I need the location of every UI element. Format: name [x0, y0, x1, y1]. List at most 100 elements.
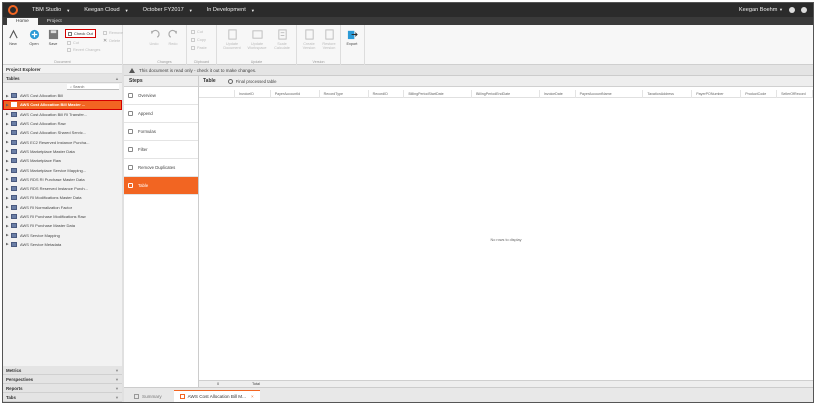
section-header-perspectives[interactable]: Perspectives ▼ [3, 375, 122, 384]
tab-aws-cost-allocation[interactable]: AWS Cost Allocation Bill M... × [173, 390, 260, 402]
expand-arrow-icon[interactable]: ▶ [6, 233, 10, 237]
tree-item[interactable]: ▶ AWS RDS Reserved Instance Purch... [3, 184, 122, 193]
step-icon [128, 165, 133, 170]
steps-panel: Steps Overview Append Formulas Filter Remove… [124, 76, 199, 402]
expand-arrow-icon[interactable]: ▶ [6, 187, 10, 191]
tree-item[interactable]: ▶ AWS Cost Allocation Bill Master ... [3, 100, 122, 110]
model-dropdown[interactable]: Keegan Cloud ▼ [84, 7, 128, 13]
expand-arrow-icon[interactable]: ▶ [6, 122, 10, 126]
undo-button[interactable]: Undo [147, 29, 161, 46]
tree-item[interactable]: ▶ AWS RI Modifications Master Data [3, 193, 122, 202]
revert-changes-button[interactable]: Revert Changes [67, 47, 100, 53]
column-header[interactable]: SellerOfRecord [777, 90, 813, 98]
status-dropdown[interactable]: In Development ▼ [207, 7, 255, 13]
plus-icon [29, 29, 39, 40]
update-workspace-button[interactable]: Update Workspace [246, 29, 268, 50]
document-icon [227, 29, 237, 40]
restore-version-button[interactable]: Restore Version [319, 29, 339, 50]
settings-icon[interactable] [789, 7, 795, 13]
expand-arrow-icon[interactable]: ▶ [6, 242, 10, 246]
scale-calculate-button[interactable]: Scale Calculate [271, 29, 293, 50]
copy-icon [191, 38, 195, 42]
app-menu[interactable]: TBM Studio ▼ [32, 7, 70, 13]
step-overview[interactable]: Overview [124, 87, 198, 105]
clipboard-cut-button[interactable]: Cut [191, 29, 203, 35]
tree-item[interactable]: ▶ AWS EC2 Reserved Instance Purcha... [3, 137, 122, 146]
tree-item[interactable]: ▶ AWS Cost Allocation Bill RI Transfer... [3, 110, 122, 119]
redo-button[interactable]: Redo [166, 29, 180, 46]
step-remove-duplicates[interactable]: Remove Duplicates [124, 159, 198, 177]
update-document-button[interactable]: Update Document [221, 29, 243, 50]
paste-button[interactable]: Paste [191, 45, 207, 51]
save-new-button[interactable]: Open [27, 29, 41, 46]
section-header-tabs[interactable]: Tabs ▼ [3, 393, 122, 402]
cut-button[interactable]: Cut [67, 40, 79, 46]
copy-button[interactable]: Copy [191, 37, 206, 43]
tree-item[interactable]: ▶ AWS RI Purchase Master Data [3, 221, 122, 230]
delete-button[interactable]: ✕ Delete [103, 38, 120, 44]
tree-item[interactable]: ▶ AWS Cost Allocation Shared Servic... [3, 128, 122, 137]
expand-arrow-icon[interactable]: ▶ [6, 168, 10, 172]
footer-count: 0 [216, 382, 220, 386]
expand-arrow-icon[interactable]: ▶ [6, 112, 10, 116]
tree-item[interactable]: ▶ AWS Service Metadata [3, 240, 122, 249]
step-append[interactable]: Append [124, 105, 198, 123]
column-header[interactable]: PayerAccountName [576, 90, 644, 98]
column-header[interactable]: TaxationAddress [643, 90, 693, 98]
tab-home[interactable]: Home [7, 18, 38, 25]
tree-item[interactable]: ▶ AWS Marketplace Raw [3, 156, 122, 165]
close-icon[interactable]: × [251, 394, 254, 399]
help-icon[interactable] [801, 7, 807, 13]
step-table[interactable]: Table [124, 177, 198, 195]
user-menu[interactable]: Keegan Boehm ▼ [739, 7, 783, 13]
tree-item[interactable]: ▶ AWS Service Mapping [3, 230, 122, 239]
search-input[interactable]: ⌕ Search [67, 84, 119, 90]
tree-item[interactable]: ▶ AWS Marketplace Service Mapping... [3, 165, 122, 174]
update-group-label: Update [250, 60, 263, 64]
step-formulas[interactable]: Formulas [124, 123, 198, 141]
expand-arrow-icon[interactable]: ▶ [6, 94, 10, 98]
tree-item[interactable]: ▶ AWS Marketplace Master Data [3, 147, 122, 156]
expand-arrow-icon[interactable]: ▶ [6, 103, 10, 107]
expand-arrow-icon[interactable]: ▶ [6, 224, 10, 228]
remove-button[interactable]: Remove [103, 30, 123, 36]
expand-arrow-icon[interactable]: ▶ [6, 131, 10, 135]
new-button[interactable]: New [6, 29, 20, 46]
column-header[interactable]: InvoiceDate [540, 90, 576, 98]
create-version-button[interactable]: Create Version [299, 29, 319, 50]
final-table-label: Final processed table [235, 78, 277, 84]
period-dropdown[interactable]: October FY2017 ▼ [143, 7, 193, 13]
update-workspace-label: Update Workspace [247, 42, 267, 50]
expand-arrow-icon[interactable]: ▶ [6, 205, 10, 209]
column-header[interactable]: InvoiceID [235, 90, 271, 98]
step-filter[interactable]: Filter [124, 141, 198, 159]
expand-arrow-icon[interactable]: ▶ [6, 159, 10, 163]
column-header[interactable]: PayerPONumber [692, 90, 742, 98]
expand-arrow-icon[interactable]: ▶ [6, 196, 10, 200]
chevron-down-icon: ▼ [124, 7, 129, 13]
tree-item[interactable]: ▶ AWS Cost Allocation Raw [3, 119, 122, 128]
column-header[interactable]: BillingPeriodStartDate [404, 90, 473, 98]
tables-section-header[interactable]: Tables ▲ [3, 74, 122, 83]
save-button[interactable]: Save [46, 29, 60, 46]
section-header-reports[interactable]: Reports ▼ [3, 384, 122, 393]
tree-item[interactable]: ▶ AWS RDS RI Purchase Master Data [3, 175, 122, 184]
column-header[interactable]: PayerAccountId [271, 90, 320, 98]
expand-arrow-icon[interactable]: ▶ [6, 149, 10, 153]
expand-arrow-icon[interactable]: ▶ [6, 215, 10, 219]
tree-item[interactable]: ▶ AWS Cost Allocation Bill [3, 91, 122, 100]
expand-arrow-icon[interactable]: ▶ [6, 140, 10, 144]
tree-item[interactable]: ▶ AWS RI Purchase Modifications Raw [3, 212, 122, 221]
export-button[interactable]: Export [345, 29, 359, 46]
tab-project[interactable]: Project [38, 18, 71, 25]
tab-summary[interactable]: Summary [128, 390, 168, 402]
check-out-button[interactable]: Check Out [65, 29, 96, 38]
column-header[interactable]: RecordID [369, 90, 405, 98]
column-header[interactable]: RecordType [320, 90, 369, 98]
column-header[interactable]: BillingPeriodEndDate [472, 90, 540, 98]
section-header-metrics[interactable]: Metrics ▼ [3, 366, 122, 375]
expand-arrow-icon[interactable]: ▶ [6, 177, 10, 181]
column-header[interactable]: ProductCode [741, 90, 778, 98]
tree-item[interactable]: ▶ AWS RI Normalization Factor [3, 203, 122, 212]
tables-header-label: Tables [6, 76, 20, 81]
